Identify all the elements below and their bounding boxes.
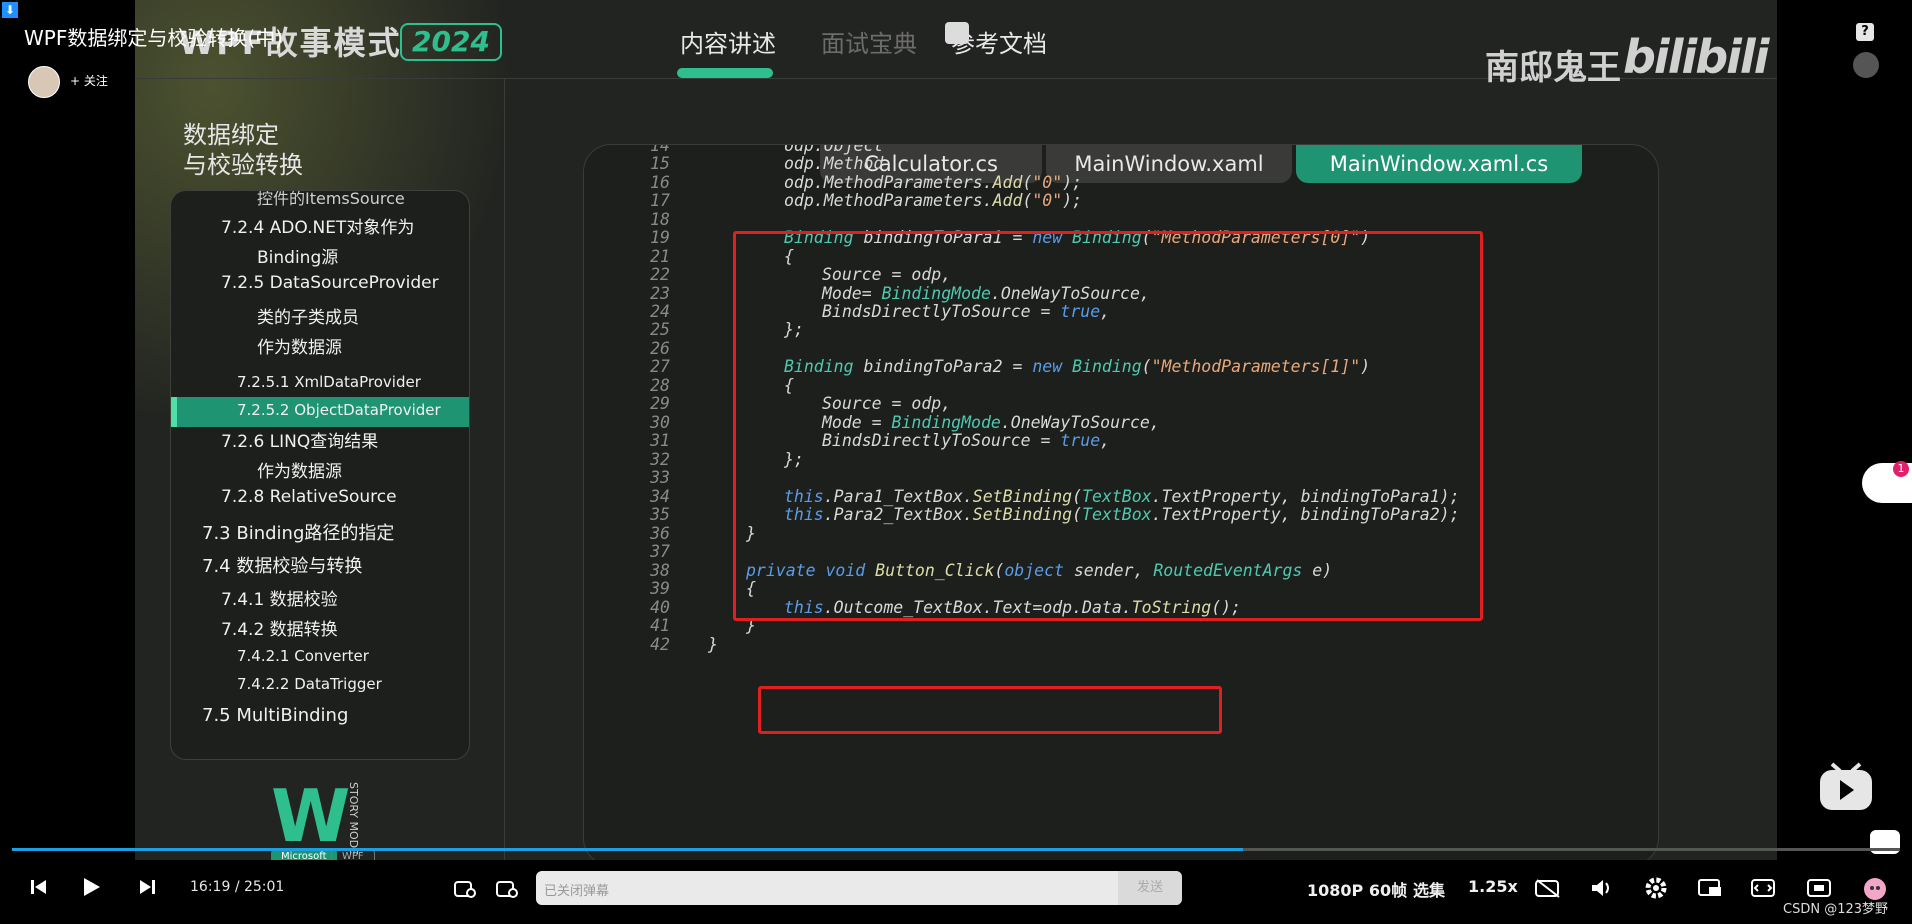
- line-number: 26: [650, 339, 670, 358]
- toc-item-active: 7.2.5.2 ObjectDataProvider: [237, 401, 441, 419]
- bilibili-tv-icon[interactable]: [1818, 762, 1874, 812]
- download-icon[interactable]: ⬇: [2, 2, 18, 18]
- nav-content: 内容讲述: [680, 30, 776, 58]
- bilibili-logo: bilibili: [1623, 30, 1769, 84]
- line-number: 32: [650, 450, 670, 469]
- code-line: odp.MethodParameters.Add("0");: [784, 173, 1083, 192]
- highlight-box-bindings: [733, 231, 1483, 621]
- quality-button[interactable]: 1080P 60帧: [1307, 877, 1407, 901]
- code-line: odp.Method: [784, 154, 884, 173]
- tab-mainwindow-xaml-cs: MainWindow.xaml.cs: [1296, 145, 1582, 183]
- code-line: }: [708, 635, 718, 654]
- prev-icon[interactable]: [30, 878, 48, 896]
- line-number: 41: [650, 616, 670, 635]
- line-number: 29: [650, 394, 670, 413]
- toc-item: 7.4.2.1 Converter: [237, 647, 369, 665]
- danmaku-off-icon[interactable]: [1534, 877, 1562, 899]
- line-number: 33: [650, 468, 670, 487]
- toc-item: 7.2.4 ADO.NET对象作为: [221, 218, 415, 238]
- line-number: 37: [650, 542, 670, 561]
- speed-button[interactable]: 1.25x: [1468, 877, 1518, 896]
- web-fullscreen-icon[interactable]: [1806, 877, 1832, 899]
- story-mode-logo: W: [271, 774, 351, 858]
- logo-tag-microsoft: Microsoft: [271, 850, 337, 860]
- next-icon[interactable]: [138, 878, 156, 896]
- toc-item: Binding源: [257, 248, 339, 268]
- feedback-icon[interactable]: [1853, 52, 1879, 78]
- line-number: 17: [650, 191, 670, 210]
- danmaku-settings-icon[interactable]: [496, 879, 518, 899]
- logo-vertical-text: STORY MODE: [347, 782, 360, 856]
- progress-played[interactable]: [12, 848, 1243, 851]
- nav-active-underline: [677, 68, 773, 78]
- toc-item: 7.2.6 LINQ查询结果: [221, 432, 379, 452]
- brand-name: 南邸鬼王: [1485, 48, 1621, 88]
- pip-icon[interactable]: [1697, 877, 1723, 899]
- line-number: 30: [650, 413, 670, 432]
- toc-item: 作为数据源: [257, 338, 342, 358]
- toc-item: 7.3 Binding路径的指定: [202, 523, 395, 544]
- toc-item: 7.2.5.1 XmlDataProvider: [237, 373, 421, 391]
- line-number: 39: [650, 579, 670, 598]
- play-icon[interactable]: [80, 876, 102, 898]
- video-player[interactable]: WPF故事模式 2024 内容讲述 面试宝典 参考文档 南邸鬼王 bilibil…: [0, 0, 1912, 924]
- line-number: 38: [650, 561, 670, 580]
- tab-mainwindow-xaml: MainWindow.xaml: [1046, 145, 1292, 183]
- time-display: 16:19 / 25:01: [190, 879, 285, 895]
- danmaku-toggle-icon[interactable]: [454, 879, 476, 899]
- line-number: 31: [650, 431, 670, 450]
- toc-item: 作为数据源: [257, 462, 342, 482]
- line-number: 19: [650, 228, 670, 247]
- line-number: 15: [650, 154, 670, 173]
- widescreen-icon[interactable]: [1750, 877, 1776, 899]
- toc-item: 控件的ItemsSource: [257, 190, 405, 208]
- year-badge: 2024: [400, 23, 502, 61]
- toc-item: 7.4.1 数据校验: [221, 590, 338, 610]
- highlight-box-outcome: [758, 686, 1222, 734]
- toc-item: 7.4.2.2 DataTrigger: [237, 675, 382, 693]
- logo-tag-wpf: WPF: [331, 850, 375, 860]
- line-number: 34: [650, 487, 670, 506]
- episodes-button[interactable]: 选集: [1413, 877, 1445, 901]
- line-number: 18: [650, 210, 670, 229]
- line-number: 23: [650, 284, 670, 303]
- toc-item: 7.2.8 RelativeSource: [221, 487, 397, 507]
- follow-button[interactable]: + 关注: [70, 72, 108, 89]
- sidebar-title: 数据绑定 与校验转换: [183, 121, 303, 179]
- send-button[interactable]: 发送: [1118, 871, 1182, 905]
- line-number: 27: [650, 357, 670, 376]
- table-of-contents: 控件的ItemsSource 7.2.4 ADO.NET对象作为 Binding…: [170, 190, 470, 760]
- line-number: 35: [650, 505, 670, 524]
- line-number: 42: [650, 635, 670, 654]
- help-icon[interactable]: ?: [1856, 23, 1874, 41]
- settings-icon[interactable]: [1644, 876, 1668, 900]
- toc-item: 7.2.5 DataSourceProvider: [221, 273, 439, 293]
- csdn-watermark: CSDN @123梦野: [1783, 902, 1889, 917]
- line-number: 28: [650, 376, 670, 395]
- notification-badge: 1: [1893, 461, 1909, 477]
- video-title: WPF数据绑定与校验转换(中): [24, 26, 283, 50]
- line-number: 40: [650, 598, 670, 617]
- line-number: 21: [650, 247, 670, 266]
- line-number: 22: [650, 265, 670, 284]
- line-number: 36: [650, 524, 670, 543]
- code-line: odp.MethodParameters.Add("0");: [784, 191, 1083, 210]
- volume-icon[interactable]: [1590, 877, 1614, 899]
- avatar[interactable]: [28, 66, 60, 98]
- toc-item: 7.4.2 数据转换: [221, 620, 338, 640]
- danmaku-input[interactable]: [536, 871, 1182, 905]
- line-number: 16: [650, 173, 670, 192]
- toc-item: 类的子类成员: [257, 308, 359, 328]
- line-number: 25: [650, 320, 670, 339]
- nav-interview: 面试宝典: [821, 30, 917, 58]
- toc-item: 7.4 数据校验与转换: [202, 556, 363, 577]
- line-number: 24: [650, 302, 670, 321]
- pip-icon: [945, 22, 969, 44]
- toc-item: 7.5 MultiBinding: [202, 705, 349, 726]
- danmaku-placeholder: 已关闭弹幕: [544, 884, 610, 899]
